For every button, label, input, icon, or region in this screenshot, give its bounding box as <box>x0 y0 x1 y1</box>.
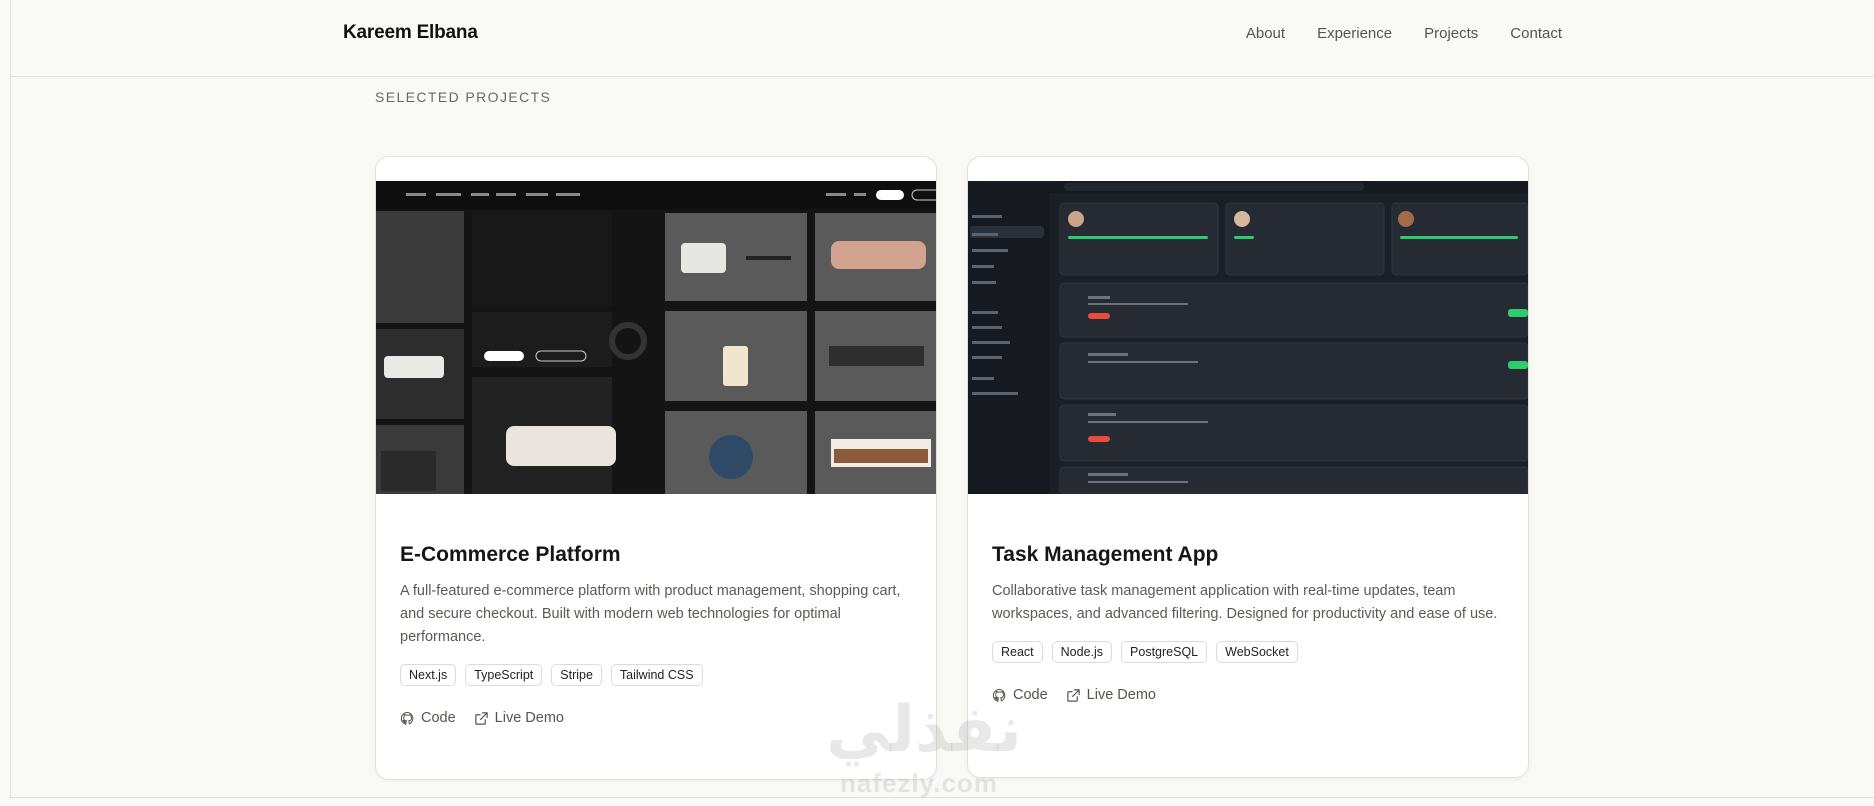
watermark-arabic: نفذلي <box>826 693 1022 765</box>
live-demo-label: Live Demo <box>1086 687 1156 703</box>
project-links: Code Live Demo <box>400 710 564 726</box>
main-nav: About Experience Projects Contact <box>1246 25 1562 42</box>
site-header: Kareem Elbana About Experience Projects … <box>10 0 1874 77</box>
live-demo-link[interactable]: Live Demo <box>474 710 564 726</box>
project-card-ecommerce[interactable]: E-Commerce Platform A full-featured e-co… <box>375 156 937 780</box>
external-link-icon <box>474 711 488 725</box>
live-demo-label: Live Demo <box>494 710 564 726</box>
tag: Node.js <box>1051 641 1113 663</box>
project-title: Task Management App <box>992 543 1219 566</box>
external-link-icon <box>1066 688 1080 702</box>
brand-logo[interactable]: Kareem Elbana <box>343 22 478 44</box>
project-card-task-management[interactable]: Task Management App Collaborative task m… <box>967 156 1529 778</box>
watermark-latin: nafezly.com <box>840 768 998 798</box>
project-screenshot <box>968 181 1528 494</box>
project-title: E-Commerce Platform <box>400 543 621 566</box>
code-link[interactable]: Code <box>400 710 456 726</box>
project-description: A full-featured e-commerce platform with… <box>400 583 901 645</box>
section-title: SELECTED PROJECTS <box>375 89 552 105</box>
tag: PostgreSQL <box>1121 641 1208 663</box>
tag: WebSocket <box>1216 641 1298 663</box>
nav-experience[interactable]: Experience <box>1317 25 1392 42</box>
tag: React <box>992 641 1043 663</box>
nav-about[interactable]: About <box>1246 25 1285 42</box>
tag-list: Next.js TypeScript Stripe Tailwind CSS <box>400 664 703 686</box>
github-icon <box>400 711 414 725</box>
tag: Next.js <box>400 664 457 686</box>
page-frame <box>10 0 1874 798</box>
tag: TypeScript <box>465 664 543 686</box>
project-screenshot <box>376 181 936 494</box>
tag: Tailwind CSS <box>610 664 703 686</box>
tag-list: React Node.js PostgreSQL WebSocket <box>992 641 1298 663</box>
nav-projects[interactable]: Projects <box>1424 25 1478 42</box>
code-label: Code <box>421 710 456 726</box>
nav-contact[interactable]: Contact <box>1510 25 1562 42</box>
tag: Stripe <box>551 664 602 686</box>
live-demo-link[interactable]: Live Demo <box>1066 687 1156 703</box>
project-description: Collaborative task management applicatio… <box>992 583 1498 622</box>
